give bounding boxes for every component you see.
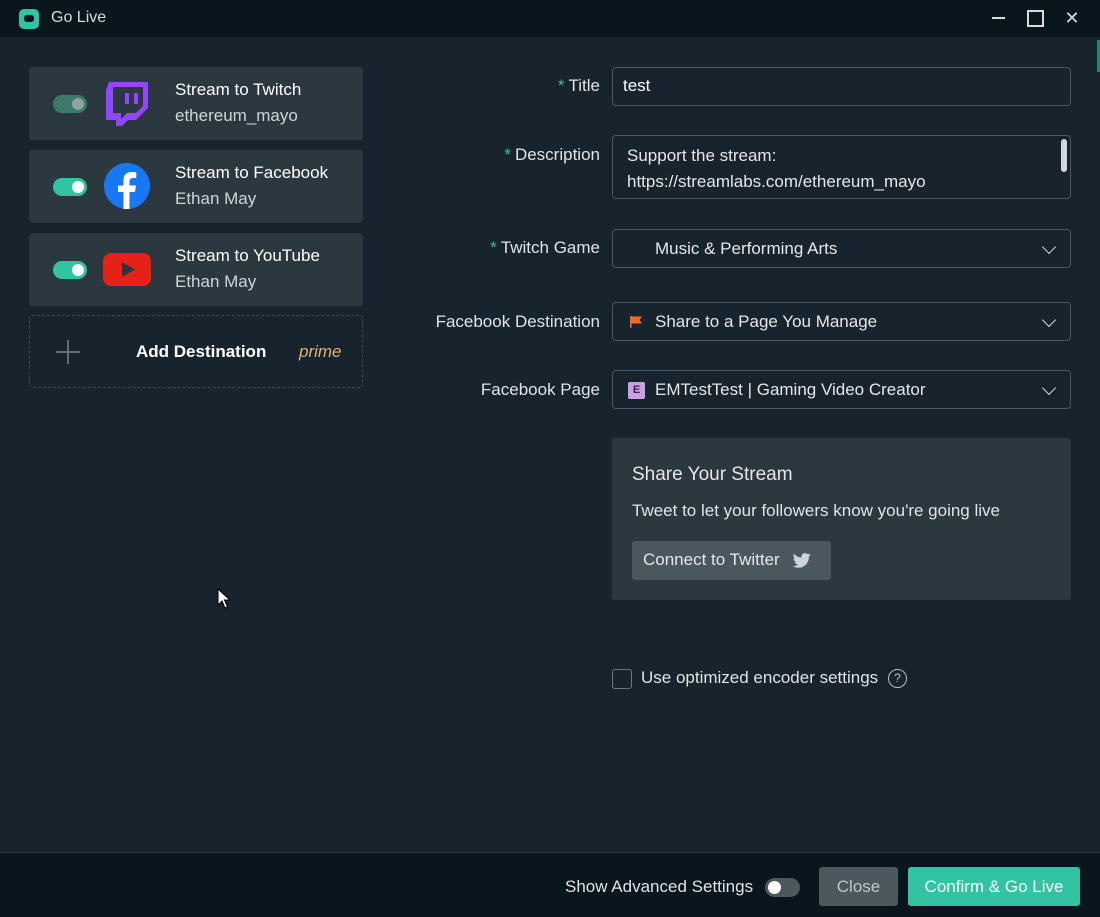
youtube-icon <box>103 253 151 286</box>
facebook-page-value: EMTestTest | Gaming Video Creator <box>655 380 926 399</box>
twitch-game-label: * Twitch Game <box>490 238 600 257</box>
description-label: * Description <box>504 145 600 164</box>
description-line: Support the stream: <box>627 146 777 165</box>
title-label: * Title <box>557 76 600 95</box>
close-window-icon[interactable]: ✕ <box>1059 6 1085 30</box>
required-mark: * <box>504 145 511 164</box>
facebook-destination-select[interactable]: Share to a Page You Manage <box>612 302 1071 341</box>
facebook-destination-label: Facebook Destination <box>435 312 600 331</box>
footer-bar: Show Advanced Settings Close Confirm & G… <box>0 852 1100 917</box>
advanced-settings-toggle[interactable] <box>765 878 800 897</box>
required-mark: * <box>557 76 565 95</box>
twitch-game-select[interactable]: Music & Performing Arts <box>612 229 1071 268</box>
youtube-toggle[interactable] <box>53 261 87 279</box>
flag-icon <box>630 316 642 328</box>
maximize-icon[interactable] <box>1022 6 1048 30</box>
advanced-settings-label: Show Advanced Settings <box>565 877 754 896</box>
facebook-page-label: Facebook Page <box>480 380 600 399</box>
destination-card-twitch: Stream to Twitch ethereum_mayo <box>29 67 363 140</box>
title-bar: Go Live ✕ <box>0 0 1100 37</box>
prime-badge: prime <box>299 342 342 361</box>
destination-title: Stream to YouTube <box>175 246 320 265</box>
destination-account: Ethan May <box>175 189 257 208</box>
twitch-toggle[interactable] <box>53 95 87 113</box>
destination-title: Stream to Twitch <box>175 80 302 99</box>
twitter-icon <box>793 553 811 568</box>
title-input[interactable]: test <box>612 67 1071 106</box>
facebook-toggle[interactable] <box>53 178 87 196</box>
share-title: Share Your Stream <box>632 464 793 485</box>
close-button[interactable]: Close <box>819 867 898 906</box>
description-textarea[interactable]: Support the stream: https://streamlabs.c… <box>612 135 1071 199</box>
destination-card-youtube: Stream to YouTube Ethan May <box>29 233 363 306</box>
connect-twitter-label: Connect to Twitter <box>643 550 780 569</box>
optimized-encoder-label[interactable]: Use optimized encoder settings <box>641 668 878 688</box>
twitch-game-value: Music & Performing Arts <box>655 239 838 258</box>
destination-account: ethereum_mayo <box>175 106 298 125</box>
add-destination-label: Add Destination <box>136 342 267 361</box>
facebook-icon <box>104 163 150 209</box>
share-stream-panel: Share Your Stream Tweet to let your foll… <box>612 438 1071 600</box>
minimize-icon[interactable] <box>985 6 1011 30</box>
window-title: Go Live <box>51 9 107 26</box>
destination-title: Stream to Facebook <box>175 163 329 182</box>
help-icon[interactable]: ? <box>888 669 907 688</box>
twitch-icon <box>106 82 148 126</box>
optimized-encoder-checkbox[interactable] <box>612 669 632 689</box>
description-line: https://streamlabs.com/ethereum_mayo <box>627 172 926 191</box>
connect-twitter-button[interactable]: Connect to Twitter <box>632 541 831 580</box>
required-mark: * <box>490 238 497 257</box>
streamlabs-logo-icon <box>19 9 39 29</box>
plus-icon <box>56 340 80 364</box>
facebook-destination-value: Share to a Page You Manage <box>655 312 878 331</box>
textarea-scrollbar[interactable] <box>1061 139 1067 172</box>
chevron-down-icon <box>1041 312 1057 328</box>
mouse-cursor-icon <box>217 588 231 609</box>
share-text: Tweet to let your followers know you're … <box>632 501 1000 520</box>
facebook-page-select[interactable]: E EMTestTest | Gaming Video Creator <box>612 370 1071 409</box>
chevron-down-icon <box>1041 239 1057 255</box>
page-avatar-icon: E <box>628 382 645 399</box>
chevron-down-icon <box>1041 380 1057 396</box>
destination-account: Ethan May <box>175 272 257 291</box>
destination-card-facebook: Stream to Facebook Ethan May <box>29 150 363 223</box>
add-destination-button[interactable]: Add Destination prime <box>29 315 363 388</box>
confirm-go-live-button[interactable]: Confirm & Go Live <box>908 867 1080 906</box>
